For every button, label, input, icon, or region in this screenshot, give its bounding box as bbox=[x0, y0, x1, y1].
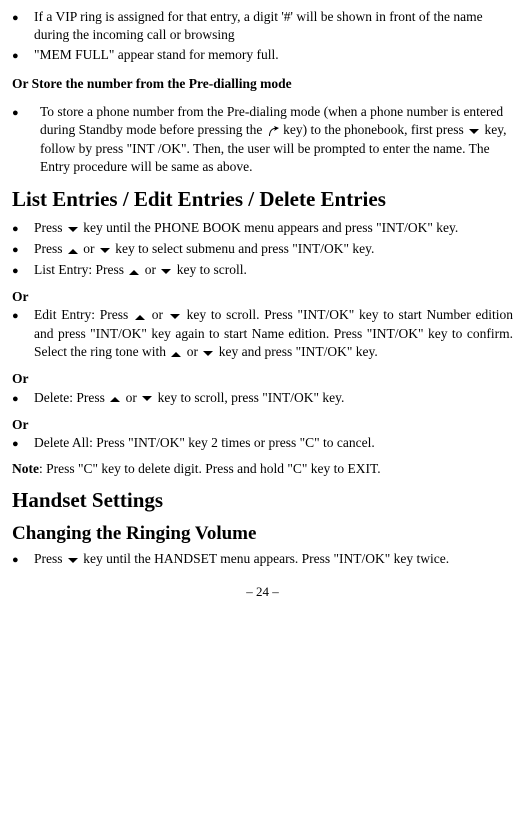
item-text: "MEM FULL" appear stand for memory full. bbox=[34, 46, 513, 64]
note-line: Note: Press "C" key to delete digit. Pre… bbox=[12, 460, 513, 478]
list-item: ● Delete All: Press "INT/OK" key 2 times… bbox=[12, 434, 513, 452]
note-label: Note bbox=[12, 461, 39, 476]
item-text: Delete: Press or key to scroll, press "I… bbox=[34, 389, 513, 408]
text-frag: or bbox=[126, 390, 141, 405]
down-arrow-icon bbox=[168, 307, 182, 325]
up-arrow-icon bbox=[169, 344, 183, 362]
list-item: ● Press key until the PHONE BOOK menu ap… bbox=[12, 219, 513, 238]
text-frag: key to scroll. bbox=[177, 262, 247, 277]
text-frag: key to select submenu and press "INT/OK"… bbox=[115, 241, 374, 256]
up-arrow-icon bbox=[108, 389, 122, 407]
bullet-icon: ● bbox=[12, 389, 34, 408]
bullet-icon: ● bbox=[12, 103, 40, 177]
or-label: Or bbox=[12, 288, 513, 306]
or-label: Or bbox=[12, 416, 513, 434]
text-frag: List Entry: Press bbox=[34, 262, 127, 277]
top-bullets: ● If a VIP ring is assigned for that ent… bbox=[12, 8, 513, 65]
text-frag: Press bbox=[34, 220, 66, 235]
bullet-icon: ● bbox=[12, 8, 34, 44]
bullet-icon: ● bbox=[12, 240, 34, 259]
store-heading: Or Store the number from the Pre-diallin… bbox=[12, 75, 513, 93]
store-list: ● To store a phone number from the Pre-d… bbox=[12, 103, 513, 177]
up-arrow-icon bbox=[66, 241, 80, 259]
heading-list-entries: List Entries / Edit Entries / Delete Ent… bbox=[12, 185, 513, 213]
text-frag: or bbox=[187, 344, 202, 359]
bullet-icon: ● bbox=[12, 434, 34, 452]
item-text: Edit Entry: Press or key to scroll. Pres… bbox=[34, 306, 513, 362]
text-frag: Edit Entry: Press bbox=[34, 307, 133, 322]
list-item: ● Delete: Press or key to scroll, press … bbox=[12, 389, 513, 408]
call-key-icon bbox=[266, 122, 280, 140]
bullet-icon: ● bbox=[12, 306, 34, 362]
down-arrow-icon bbox=[159, 262, 173, 280]
text-frag: or bbox=[152, 307, 168, 322]
text-frag: key and press "INT/OK" key. bbox=[219, 344, 378, 359]
up-arrow-icon bbox=[133, 307, 147, 325]
item-text: To store a phone number from the Pre-dia… bbox=[40, 103, 513, 177]
text-frag: or bbox=[145, 262, 160, 277]
down-arrow-icon bbox=[66, 551, 80, 569]
bullet-icon: ● bbox=[12, 261, 34, 280]
ring-list: ● Press key until the HANDSET menu appea… bbox=[12, 550, 513, 569]
item-text: Press or key to select submenu and press… bbox=[34, 240, 513, 259]
delete-list: ● Delete: Press or key to scroll, press … bbox=[12, 389, 513, 408]
down-arrow-icon bbox=[140, 389, 154, 407]
or-label: Or bbox=[12, 370, 513, 388]
up-arrow-icon bbox=[127, 262, 141, 280]
edit-list: ● Edit Entry: Press or key to scroll. Pr… bbox=[12, 306, 513, 362]
item-text: Delete All: Press "INT/OK" key 2 times o… bbox=[34, 434, 513, 452]
bullet-icon: ● bbox=[12, 550, 34, 569]
page-number: – 24 – bbox=[12, 583, 513, 601]
text-frag: Press bbox=[34, 551, 66, 566]
item-text: Press key until the PHONE BOOK menu appe… bbox=[34, 219, 513, 238]
text-frag: Delete: Press bbox=[34, 390, 108, 405]
deleteall-list: ● Delete All: Press "INT/OK" key 2 times… bbox=[12, 434, 513, 452]
item-text: List Entry: Press or key to scroll. bbox=[34, 261, 513, 280]
list-item: ● Press or key to select submenu and pre… bbox=[12, 240, 513, 259]
item-text: If a VIP ring is assigned for that entry… bbox=[34, 8, 513, 44]
bullet-icon: ● bbox=[12, 219, 34, 238]
heading-handset: Handset Settings bbox=[12, 486, 513, 514]
list-item: ● Edit Entry: Press or key to scroll. Pr… bbox=[12, 306, 513, 362]
text-frag: key until the HANDSET menu appears. Pres… bbox=[83, 551, 449, 566]
list-item: ● "MEM FULL" appear stand for memory ful… bbox=[12, 46, 513, 64]
entries-list: ● Press key until the PHONE BOOK menu ap… bbox=[12, 219, 513, 280]
heading-ringing: Changing the Ringing Volume bbox=[12, 521, 513, 547]
bullet-icon: ● bbox=[12, 46, 34, 64]
down-arrow-icon bbox=[98, 241, 112, 259]
down-arrow-icon bbox=[66, 220, 80, 238]
list-item: ● If a VIP ring is assigned for that ent… bbox=[12, 8, 513, 44]
note-text: : Press "C" key to delete digit. Press a… bbox=[39, 461, 381, 476]
text-frag: key) to the phonebook, first press bbox=[283, 122, 467, 137]
down-arrow-icon bbox=[467, 122, 481, 140]
list-item: ● List Entry: Press or key to scroll. bbox=[12, 261, 513, 280]
item-text: Press key until the HANDSET menu appears… bbox=[34, 550, 513, 569]
list-item: ● To store a phone number from the Pre-d… bbox=[12, 103, 513, 177]
list-item: ● Press key until the HANDSET menu appea… bbox=[12, 550, 513, 569]
down-arrow-icon bbox=[201, 344, 215, 362]
text-frag: key until the PHONE BOOK menu appears an… bbox=[83, 220, 458, 235]
text-frag: or bbox=[83, 241, 98, 256]
text-frag: Press bbox=[34, 241, 66, 256]
text-frag: key to scroll, press "INT/OK" key. bbox=[158, 390, 345, 405]
